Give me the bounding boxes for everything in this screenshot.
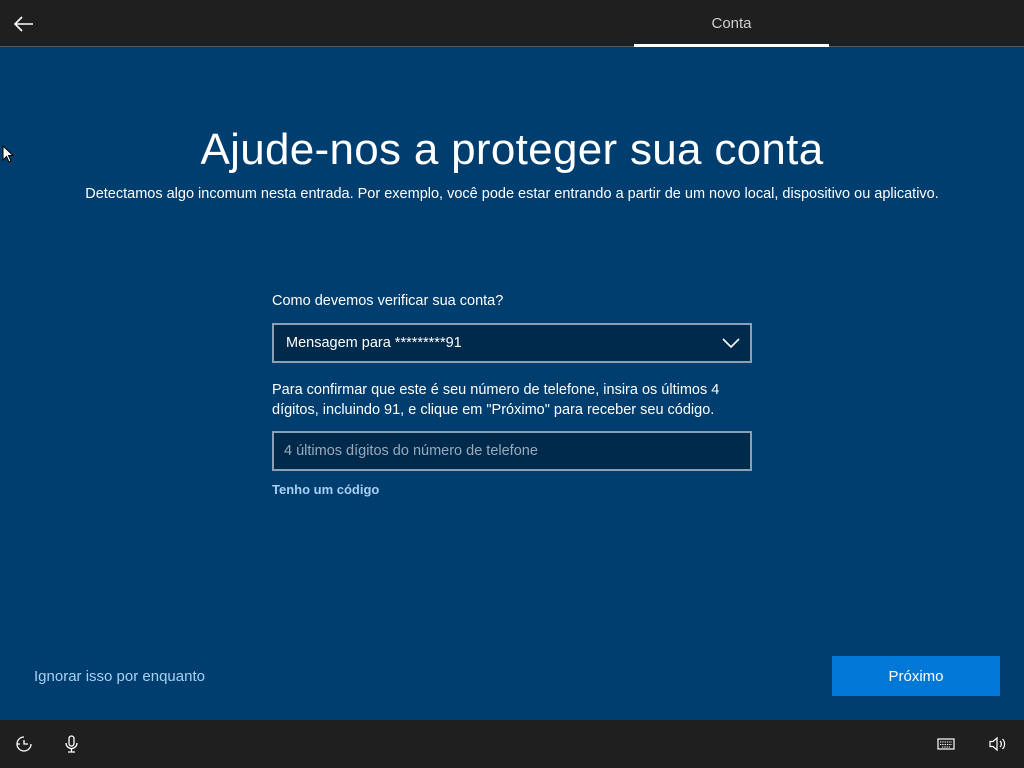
page-subtitle: Detectamos algo incomum nesta entrada. P…: [85, 186, 939, 202]
back-button[interactable]: [10, 10, 38, 38]
bottom-bar: [0, 720, 1024, 768]
verification-method-dropdown[interactable]: Mensagem para *********91: [272, 323, 752, 363]
ease-of-access-button[interactable]: [14, 734, 34, 754]
top-bar: Conta: [0, 0, 1024, 47]
have-code-link[interactable]: Tenho um código: [272, 482, 379, 497]
verification-question-label: Como devemos verificar sua conta?: [272, 293, 504, 309]
phone-last-digits-input[interactable]: [272, 431, 752, 471]
volume-button[interactable]: [988, 734, 1008, 754]
verification-instructions: Para confirmar que este é seu número de …: [272, 382, 720, 418]
volume-icon: [989, 736, 1006, 752]
page-title: Ajude-nos a proteger sua conta: [200, 125, 824, 174]
tab-active-indicator: [634, 44, 829, 47]
chevron-down-icon: [722, 338, 740, 349]
keyboard-button[interactable]: [936, 734, 956, 754]
ease-of-access-icon: [16, 736, 32, 752]
arrow-left-icon: [14, 16, 33, 32]
verification-method-value: Mensagem para *********91: [286, 335, 462, 351]
microphone-icon: [65, 735, 78, 753]
tab-conta[interactable]: Conta: [634, 0, 829, 47]
keyboard-icon: [937, 738, 955, 750]
microphone-button[interactable]: [62, 734, 82, 754]
skip-for-now-link[interactable]: Ignorar isso por enquanto: [34, 668, 205, 685]
next-button[interactable]: Próximo: [832, 656, 1000, 696]
